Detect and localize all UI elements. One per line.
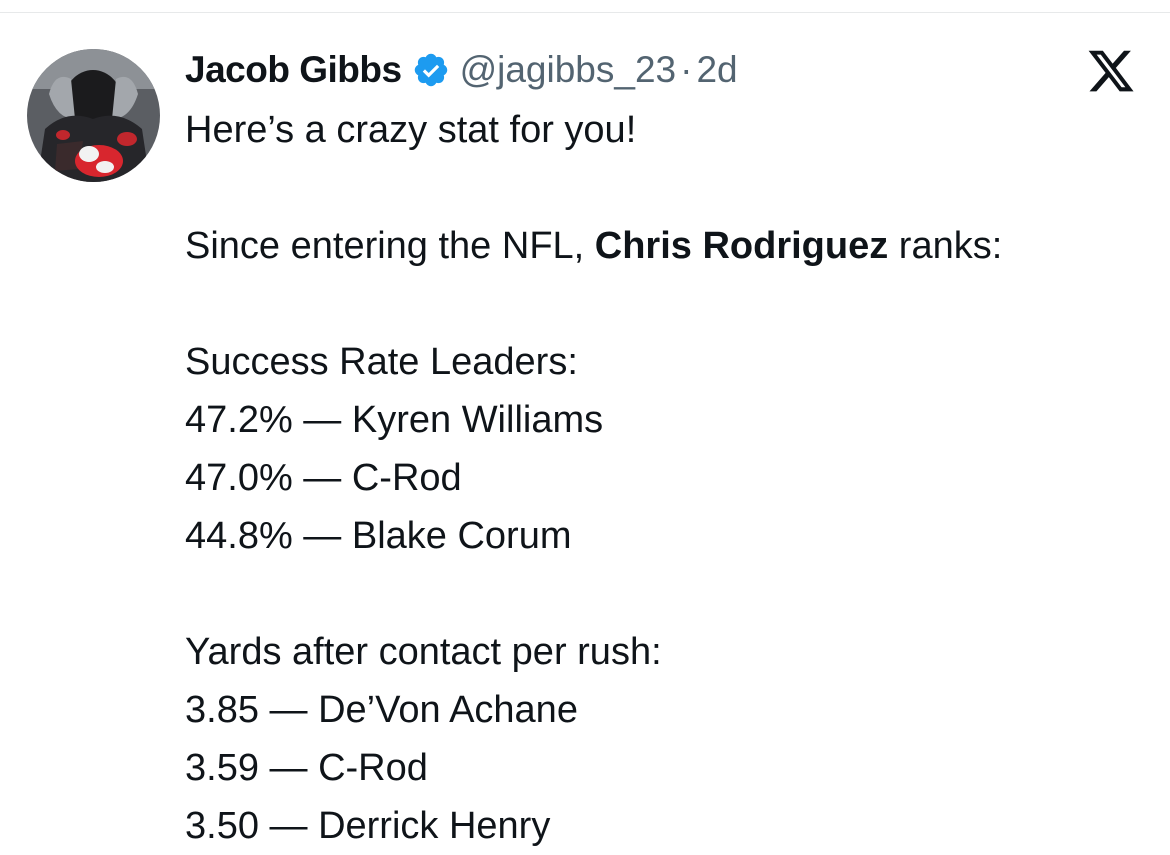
author-name[interactable]: Jacob Gibbs (185, 49, 402, 91)
avatar-image (27, 49, 160, 182)
top-divider (0, 12, 1170, 13)
player-name: Chris Rodriguez (594, 225, 889, 267)
author-handle[interactable]: @jagibbs_23 (460, 49, 677, 91)
stat-row: 3.50 — Derrick Henry (185, 805, 551, 847)
stat-row: 47.0% — C-Rod (185, 457, 462, 499)
avatar[interactable] (27, 49, 160, 182)
verified-badge-icon (412, 51, 450, 89)
x-logo-icon[interactable] (1085, 46, 1137, 96)
sentence-prefix: Since entering the NFL, (185, 225, 595, 267)
sentence-suffix: ranks: (888, 225, 1003, 267)
tweet-text: Here’s a crazy stat for you! Since enter… (185, 101, 1155, 855)
tweet-intro: Here’s a crazy stat for you! (185, 109, 637, 151)
section-heading: Yards after contact per rush: (185, 631, 662, 673)
stat-row: 3.85 — De’Von Achane (185, 689, 578, 731)
tweet-age[interactable]: 2d (696, 49, 737, 91)
stat-row: 47.2% — Kyren Williams (185, 399, 604, 441)
stat-row: 3.59 — C-Rod (185, 747, 428, 789)
section-heading: Success Rate Leaders: (185, 341, 578, 383)
tweet-sentence: Since entering the NFL, Chris Rodriguez … (185, 217, 1155, 275)
stat-row: 44.8% — Blake Corum (185, 515, 572, 557)
tweet-header: Jacob Gibbs @jagibbs_23 · 2d (185, 44, 738, 96)
meta-separator: · (680, 49, 693, 90)
